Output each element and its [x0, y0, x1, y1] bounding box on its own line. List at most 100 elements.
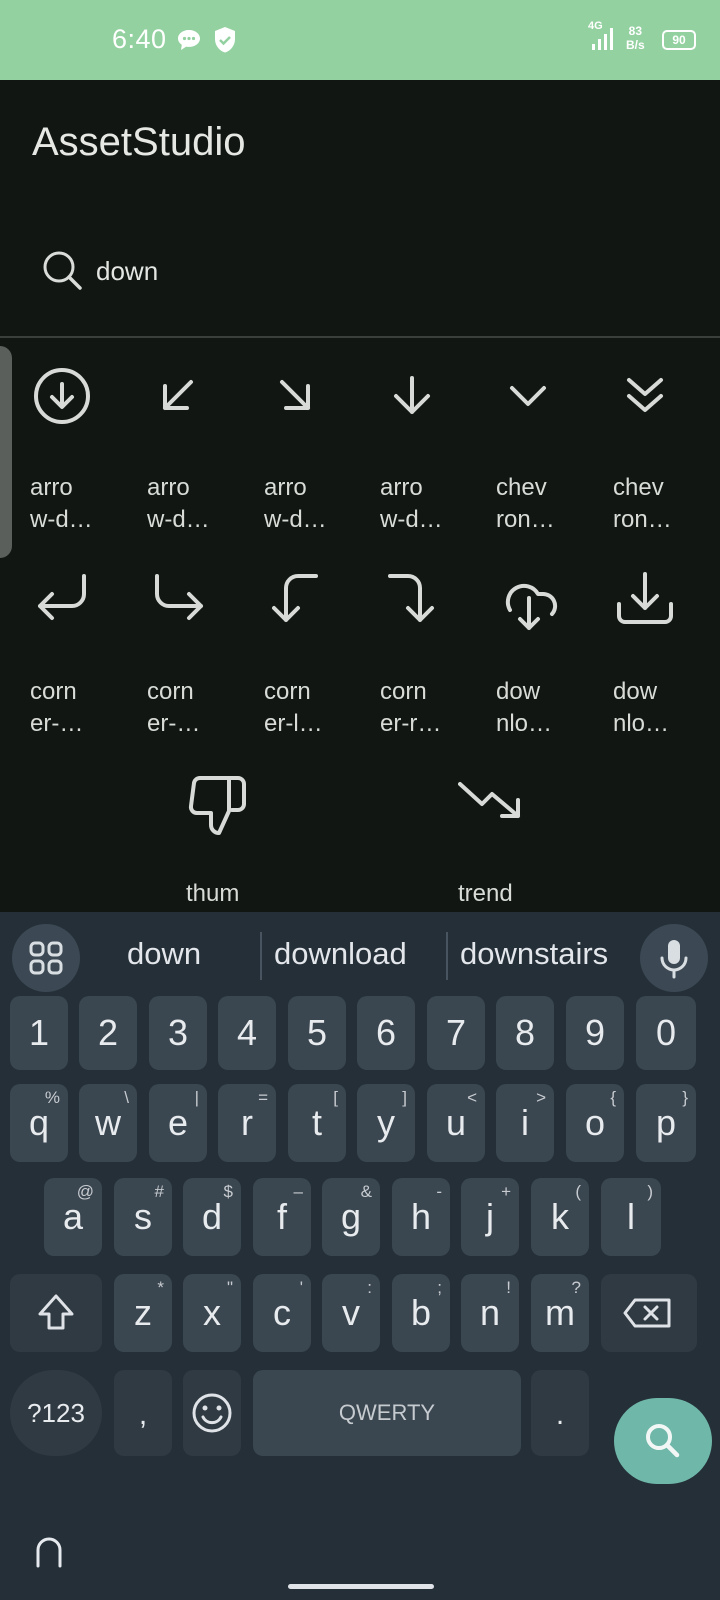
icon-label: arro w-d… — [380, 474, 443, 533]
icon-label: chev ron… — [613, 474, 672, 533]
icon-label: dow nlo… — [496, 678, 553, 737]
key-g[interactable]: & g — [322, 1178, 380, 1256]
search-action-button[interactable] — [614, 1398, 712, 1484]
mic-button[interactable] — [640, 924, 708, 992]
icon-label: corn er-l… — [264, 678, 323, 737]
key-n[interactable]: ! n — [461, 1274, 519, 1352]
backspace-key[interactable] — [601, 1274, 697, 1352]
icon-cell-corner-down-right[interactable]: corn er-… — [147, 570, 267, 750]
icon-cell-trending-down[interactable]: trend ing — [458, 772, 578, 910]
download-icon — [617, 572, 673, 624]
icon-cell-chevrons-down[interactable]: chev ron… — [613, 366, 720, 546]
space-key[interactable]: QWERTY — [253, 1370, 521, 1456]
corner-right-down-icon — [388, 574, 434, 622]
search-input[interactable]: down — [96, 256, 158, 287]
key-a[interactable]: @ a — [44, 1178, 102, 1256]
icon-cell-thumbs-down[interactable]: thum bs- — [186, 772, 306, 910]
suggestion-3[interactable]: downstairs — [460, 936, 608, 972]
icon-cell-corner-down-left[interactable]: corn er-… — [30, 570, 150, 750]
icon-label: dow nlo… — [613, 678, 670, 737]
app-title: AssetStudio — [32, 120, 246, 164]
emoji-key[interactable] — [183, 1370, 241, 1456]
key-k[interactable]: (k — [531, 1178, 589, 1256]
key-w[interactable]: \ w — [79, 1084, 137, 1162]
key-9[interactable]: 9 — [566, 996, 624, 1070]
key-o[interactable]: {o — [566, 1084, 624, 1162]
icon-label: chev ron… — [496, 474, 555, 533]
icon-cell-download-cloud[interactable]: dow nlo… — [496, 570, 616, 750]
suggestion-2[interactable]: download — [274, 936, 407, 972]
key-c[interactable]: ' c — [253, 1274, 311, 1352]
key-s[interactable]: # s — [114, 1178, 172, 1256]
key-7[interactable]: 7 — [427, 996, 485, 1070]
key-v[interactable]: :v — [322, 1274, 380, 1352]
scroll-handle[interactable] — [0, 346, 12, 558]
icon-label: arro w-d… — [30, 474, 93, 533]
search-field[interactable]: down — [40, 248, 680, 292]
key-r[interactable]: = r — [218, 1084, 276, 1162]
key-u[interactable]: < u — [427, 1084, 485, 1162]
backspace-icon — [623, 1298, 671, 1328]
key-p[interactable]: } p — [636, 1084, 696, 1162]
arrow-down-icon — [394, 376, 430, 414]
icon-label: corn er-… — [30, 678, 84, 737]
symbols-key[interactable]: ?123 — [10, 1370, 102, 1456]
shield-check-icon — [215, 27, 235, 53]
icon-cell-corner-right-down[interactable]: corn er-r… — [380, 570, 500, 750]
key-y[interactable]: ] y — [357, 1084, 415, 1162]
corner-down-right-icon — [155, 574, 203, 620]
key-d[interactable]: $ d — [183, 1178, 241, 1256]
key-4[interactable]: 4 — [218, 996, 276, 1070]
search-icon — [43, 251, 82, 290]
chevron-down-icon — [510, 386, 546, 406]
key-0[interactable]: 0 — [636, 996, 696, 1070]
icon-cell-download[interactable]: dow nlo… — [613, 570, 720, 750]
icon-label: trend ing — [458, 880, 513, 907]
key-8[interactable]: 8 — [496, 996, 554, 1070]
key-q[interactable]: % q — [10, 1084, 68, 1162]
key-z[interactable]: * z — [114, 1274, 172, 1352]
icon-cell-corner-left-down[interactable]: corn er-l… — [264, 570, 384, 750]
icon-cell-arrow-down-left[interactable]: arro w-d… — [147, 366, 267, 546]
status-time: 6:40 — [112, 24, 167, 54]
key-e[interactable]: | e — [149, 1084, 207, 1162]
keyboard-apps-button[interactable] — [12, 924, 80, 992]
corner-down-left-icon — [38, 574, 86, 620]
signal-icon — [592, 28, 613, 50]
key-t[interactable]: [t — [288, 1084, 346, 1162]
keyboard-hide-icon[interactable] — [34, 1536, 64, 1568]
grid-icon — [29, 941, 63, 975]
microphone-icon — [660, 940, 688, 979]
icon-label: corn er-r… — [380, 678, 442, 737]
key-m[interactable]: ? m — [531, 1274, 589, 1352]
download-cloud-icon — [505, 583, 558, 630]
status-bar: 6:40 4G 83 B/s 90 — [0, 0, 720, 80]
period-key[interactable]: . — [531, 1370, 589, 1456]
search-icon — [646, 1424, 680, 1458]
key-b[interactable]: ; b — [392, 1274, 450, 1352]
key-f[interactable]: – f — [253, 1178, 311, 1256]
trending-down-icon — [458, 782, 520, 818]
navigation-handle[interactable] — [288, 1584, 434, 1589]
key-2[interactable]: 2 — [79, 996, 137, 1070]
comma-key[interactable]: , — [114, 1370, 172, 1456]
shift-key[interactable] — [10, 1274, 102, 1352]
icon-cell-chevron-down[interactable]: chev ron… — [496, 366, 616, 546]
key-1[interactable]: 1 — [10, 996, 68, 1070]
key-6[interactable]: 6 — [357, 996, 415, 1070]
key-3[interactable]: 3 — [149, 996, 207, 1070]
key-5[interactable]: 5 — [288, 996, 346, 1070]
icon-label: corn er-… — [147, 678, 201, 737]
icon-cell-arrow-down-right[interactable]: arro w-d… — [264, 366, 384, 546]
suggestion-divider — [260, 932, 262, 980]
key-i[interactable]: > i — [496, 1084, 554, 1162]
emoji-icon — [192, 1393, 232, 1433]
icon-cell-arrow-down[interactable]: arro w-d… — [380, 366, 500, 546]
suggestion-1[interactable]: down — [127, 936, 201, 972]
key-j[interactable]: + j — [461, 1178, 519, 1256]
key-x[interactable]: " x — [183, 1274, 241, 1352]
key-l[interactable]: ) l — [601, 1178, 661, 1256]
icon-cell-arrow-down-circle[interactable]: arro w-d… — [30, 366, 150, 546]
shift-icon — [38, 1294, 74, 1330]
key-h[interactable]: -h — [392, 1178, 450, 1256]
